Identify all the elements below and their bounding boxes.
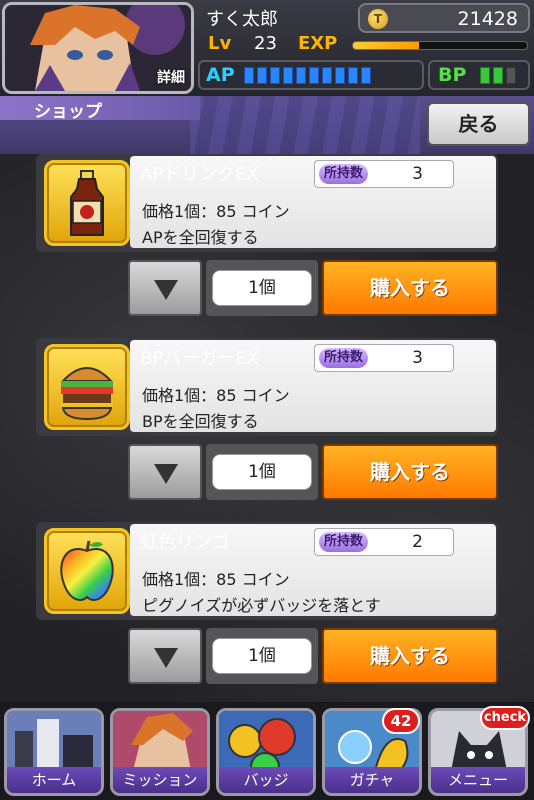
bottom-navigation: ホーム ミッション バッジ ガチャ メニュー: [0, 702, 534, 800]
owned-count: 3: [412, 348, 423, 368]
item-name: BPバーガーEX: [140, 348, 259, 369]
item-description: APを全回復する: [142, 228, 259, 247]
owned-count: 3: [412, 164, 423, 184]
ap-segment: [296, 67, 306, 84]
ap-segment: [244, 67, 254, 84]
owned-count: 2: [412, 532, 423, 552]
triangle-down-icon: [154, 464, 178, 484]
ap-segment: [270, 67, 280, 84]
item-description: ピグノイズが必ずバッジを落とす: [142, 596, 381, 615]
drink-bottle-icon: [44, 160, 130, 246]
item-name: APドリンクEX: [140, 164, 259, 185]
buy-button[interactable]: 購入する: [322, 260, 498, 316]
page-title: ショップ: [34, 102, 102, 122]
quantity-dropdown-button[interactable]: [128, 260, 202, 316]
title-background-art: [190, 96, 420, 154]
level-value: 23: [254, 33, 277, 54]
ap-segment: [348, 67, 358, 84]
triangle-down-icon: [154, 648, 178, 668]
bp-segment: [480, 67, 490, 84]
ap-segment: [283, 67, 293, 84]
item-name: 虹色リンゴ: [140, 532, 230, 553]
owned-count-box: 所持数 3: [314, 160, 454, 188]
quantity-value: 1個: [212, 638, 312, 674]
triangle-down-icon: [154, 280, 178, 300]
rainbow-apple-icon: [44, 528, 130, 614]
ap-meter: AP: [198, 60, 424, 90]
ap-segments: [244, 67, 371, 84]
quantity-field[interactable]: 1個: [206, 260, 318, 316]
buy-button[interactable]: 購入する: [322, 628, 498, 684]
purchase-controls: 1個 購入する: [128, 260, 500, 316]
item-price: 価格1個：85 コイン: [142, 386, 290, 405]
quantity-value: 1個: [212, 454, 312, 490]
ap-segment: [335, 67, 345, 84]
nav-label: ミッション: [113, 767, 207, 793]
ap-label: AP: [206, 64, 235, 86]
purchase-controls: 1個 購入する: [128, 628, 500, 684]
bp-meter: BP: [428, 60, 530, 90]
burger-icon: [44, 344, 130, 430]
gacha-count-badge: 42: [382, 708, 420, 734]
quantity-dropdown-button[interactable]: [128, 444, 202, 500]
detail-button[interactable]: 詳細: [157, 67, 185, 87]
shop-item: BPバーガーEX 所持数 3 価格1個：85 コイン BPを全回復する 1個 購…: [0, 338, 534, 518]
quantity-field[interactable]: 1個: [206, 444, 318, 500]
exp-label: EXP: [298, 33, 338, 54]
coin-counter: T 21428: [358, 3, 530, 33]
quantity-field[interactable]: 1個: [206, 628, 318, 684]
owned-count-box: 所持数 3: [314, 344, 454, 372]
back-button[interactable]: 戻る: [427, 102, 530, 146]
bp-segment: [493, 67, 503, 84]
nav-label: バッジ: [219, 767, 313, 793]
nav-home[interactable]: ホーム: [4, 708, 104, 796]
owned-count-box: 所持数 2: [314, 528, 454, 556]
owned-label: 所持数: [319, 532, 369, 552]
owned-label: 所持数: [319, 164, 369, 184]
owned-label: 所持数: [319, 348, 369, 368]
exp-progress-fill: [353, 42, 420, 49]
player-name: すく太郎: [206, 9, 278, 30]
item-price: 価格1個：85 コイン: [142, 202, 290, 221]
ap-segment: [257, 67, 267, 84]
ap-segment: [309, 67, 319, 84]
nav-label: ホーム: [7, 767, 101, 793]
status-header: 詳細 すく太郎 T 21428 Lv 23 EXP AP BP: [0, 0, 534, 96]
shop-item: 虹色リンゴ 所持数 2 価格1個：85 コイン ピグノイズが必ずバッジを落とす …: [0, 522, 534, 702]
exp-progress-bar: [352, 41, 528, 50]
shop-item-list[interactable]: APドリンクEX 所持数 3 価格1個：85 コイン APを全回復する 1個 購…: [0, 154, 534, 702]
quantity-value: 1個: [212, 270, 312, 306]
coin-icon: T: [368, 9, 388, 29]
menu-check-badge: check: [480, 706, 530, 730]
level-label: Lv: [208, 33, 232, 54]
quantity-dropdown-button[interactable]: [128, 628, 202, 684]
coin-value: 21428: [457, 8, 518, 30]
bp-segments: [480, 67, 516, 84]
item-description: BPを全回復する: [142, 412, 259, 431]
nav-label: ガチャ: [325, 767, 419, 793]
player-avatar[interactable]: 詳細: [2, 2, 194, 94]
nav-mission[interactable]: ミッション: [110, 708, 210, 796]
ap-segment: [361, 67, 371, 84]
nav-label: メニュー: [431, 767, 525, 793]
ap-segment: [322, 67, 332, 84]
buy-button[interactable]: 購入する: [322, 444, 498, 500]
purchase-controls: 1個 購入する: [128, 444, 500, 500]
nav-badge[interactable]: バッジ: [216, 708, 316, 796]
bp-label: BP: [438, 64, 467, 86]
bp-segment: [506, 67, 516, 84]
item-price: 価格1個：85 コイン: [142, 570, 290, 589]
shop-item: APドリンクEX 所持数 3 価格1個：85 コイン APを全回復する 1個 購…: [0, 154, 534, 334]
